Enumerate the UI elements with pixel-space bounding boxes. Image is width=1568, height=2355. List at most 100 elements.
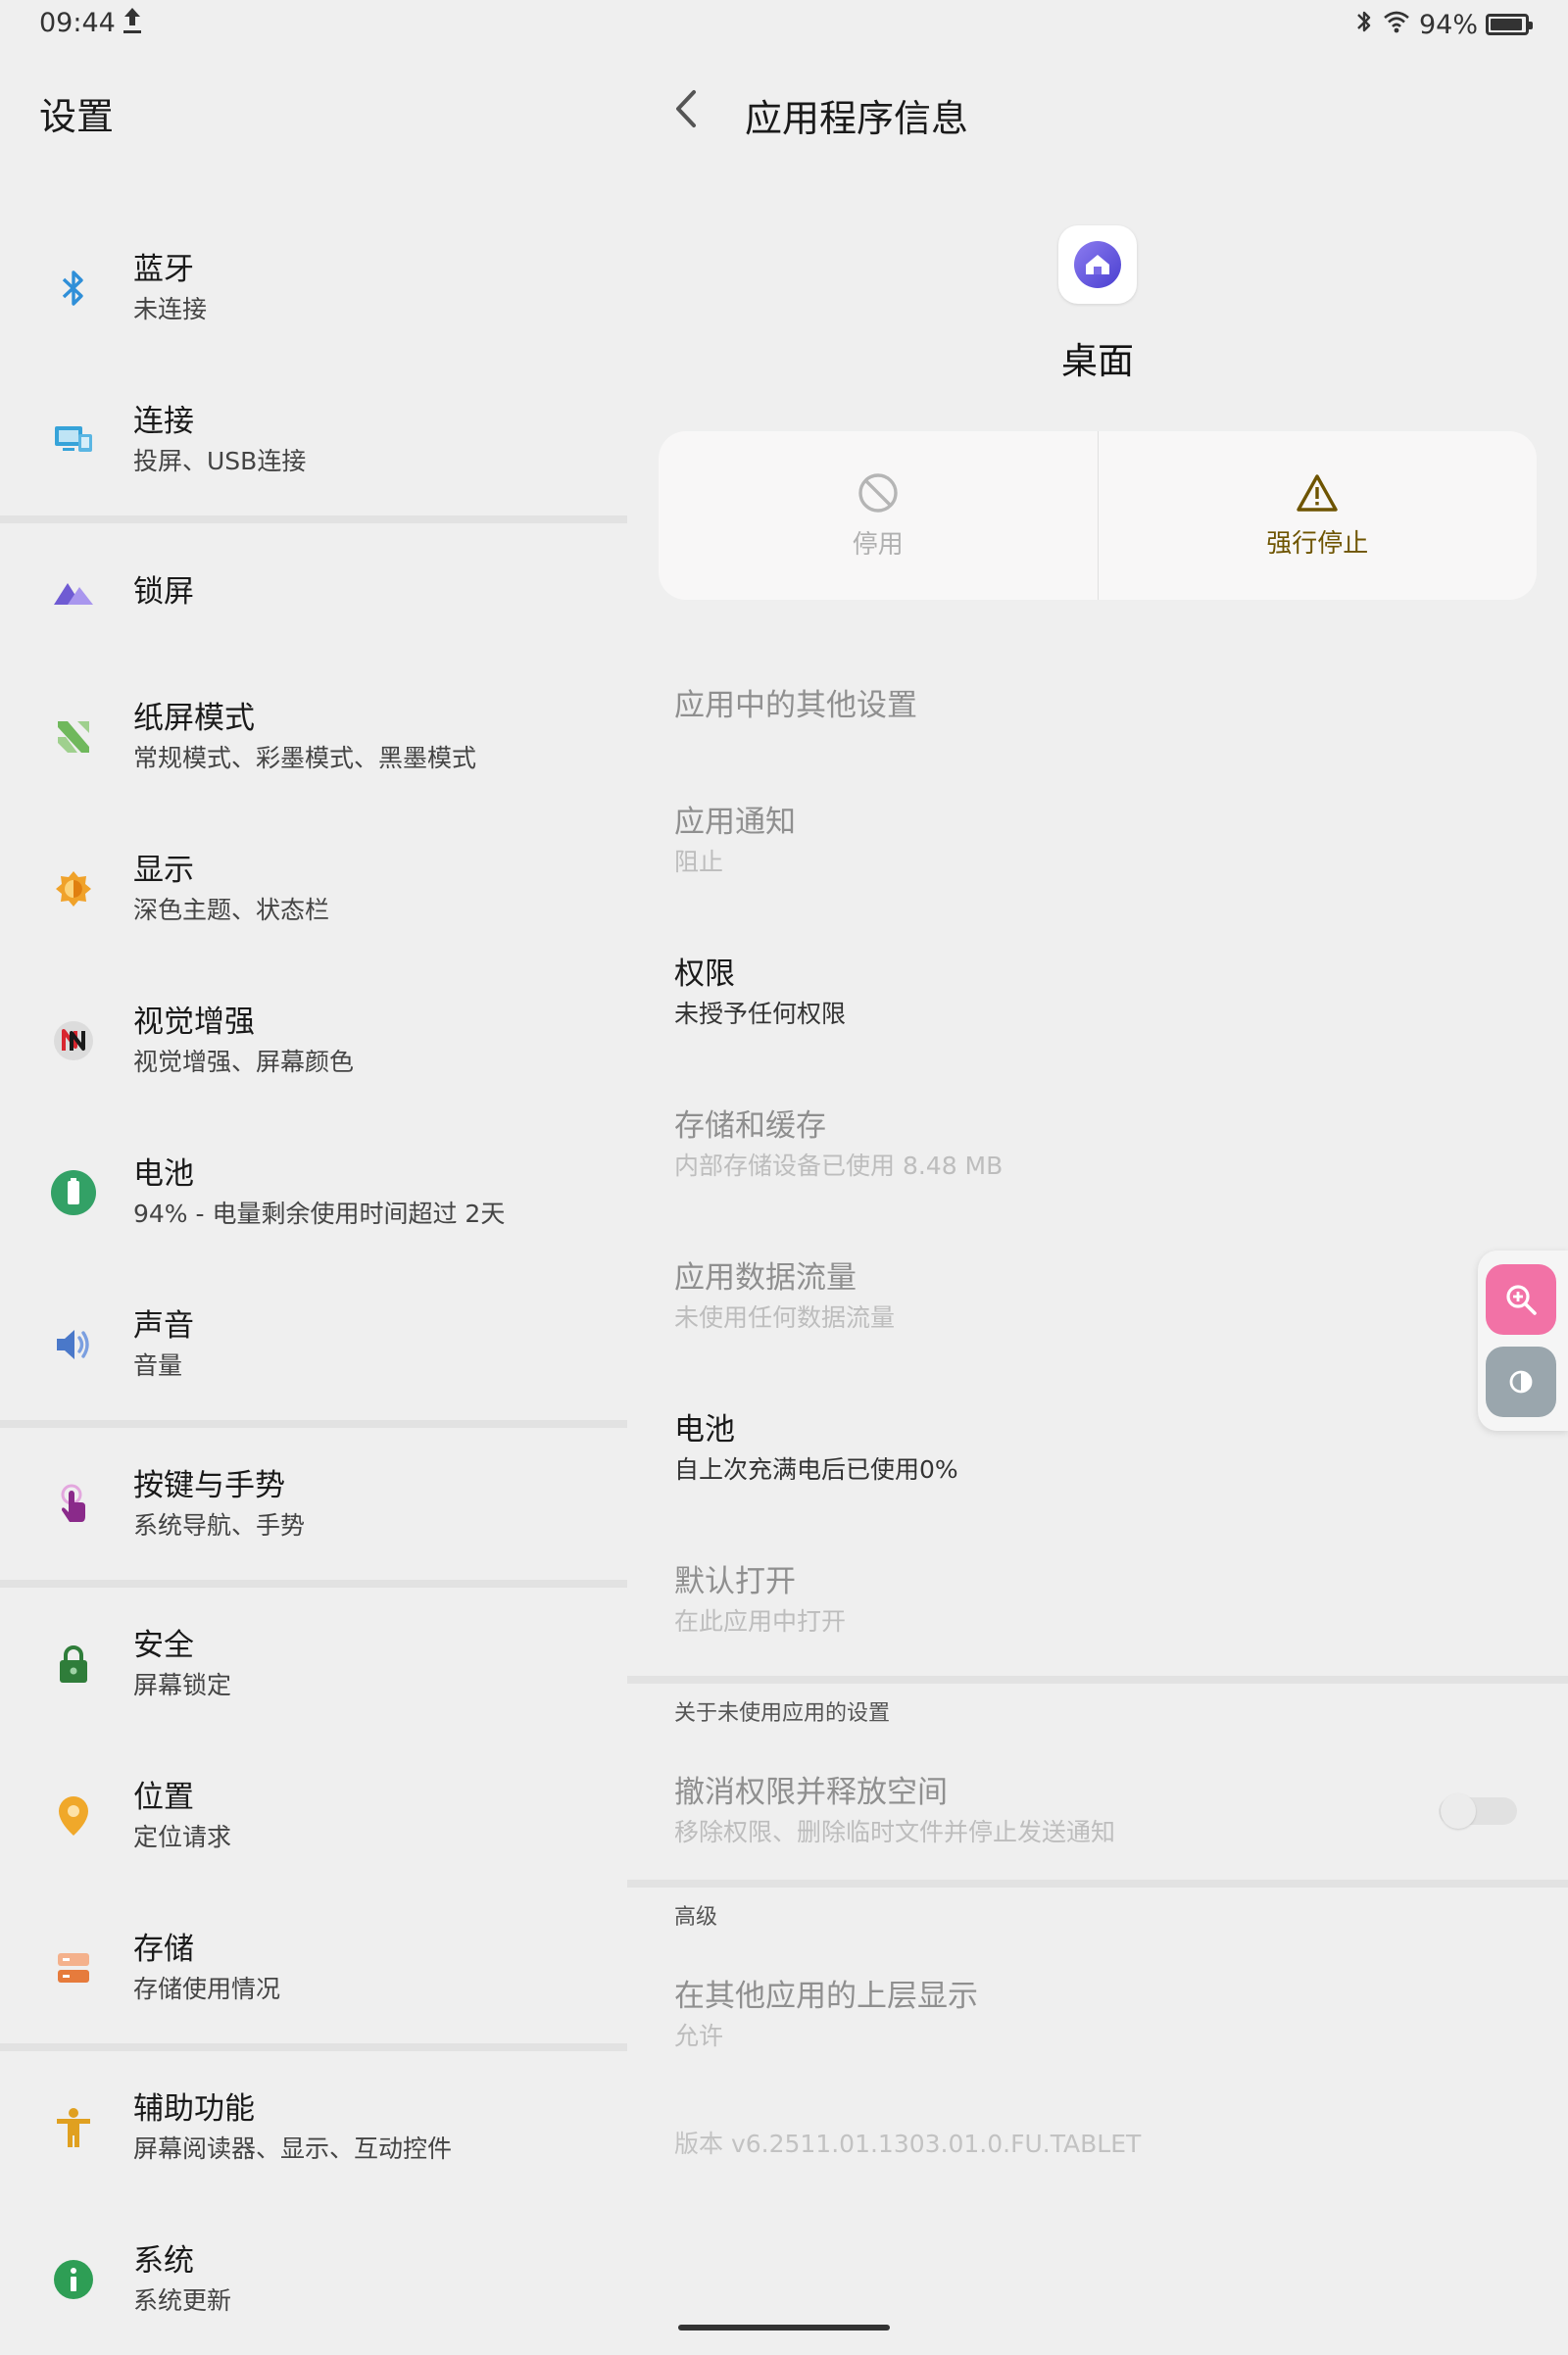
item-subtitle: 未授予任何权限	[674, 999, 847, 1028]
item-title: 存储和缓存	[674, 1107, 826, 1144]
force-stop-button[interactable]: 强行停止	[1097, 431, 1538, 600]
version-text: 版本 v6.2511.01.1303.01.0.FU.TABLET	[674, 2130, 1142, 2158]
disable-button[interactable]: 停用	[659, 431, 1098, 600]
magnifier-button[interactable]	[1486, 1264, 1556, 1335]
settings-item-subtitle: 存储使用情况	[133, 1974, 281, 2003]
app-data-usage-item[interactable]: 应用数据流量 未使用任何数据流量	[627, 1220, 1568, 1372]
storage-icon	[49, 1943, 98, 1992]
settings-item-connection[interactable]: 连接 投屏、USB连接	[0, 364, 627, 515]
item-title: 电池	[674, 1411, 735, 1447]
disable-label: 停用	[852, 529, 904, 560]
battery-status-icon	[1486, 14, 1533, 35]
floating-tools-panel	[1478, 1251, 1568, 1431]
settings-item-accessibility[interactable]: 辅助功能屏幕阅读器、显示、互动控件	[0, 2051, 627, 2203]
settings-item-system[interactable]: 系统 系统更新	[0, 2203, 627, 2355]
settings-item-subtitle: 屏幕阅读器、显示、互动控件	[133, 2134, 453, 2163]
settings-item-bluetooth[interactable]: 蓝牙 未连接	[0, 212, 627, 364]
settings-menu: 蓝牙未连接 连接 投屏、USB连接 锁屏 纸屏模式 常规模式、彩墨模式、黑墨模式	[0, 212, 627, 2355]
settings-item-paper-mode[interactable]: 纸屏模式 常规模式、彩墨模式、黑墨模式	[0, 661, 627, 812]
location-icon	[49, 1791, 98, 1840]
item-title: 应用数据流量	[674, 1259, 857, 1296]
app-actions-card: 停用 强行停止	[659, 431, 1537, 600]
item-subtitle: 移除权限、删除临时文件并停止发送通知	[674, 1818, 1116, 1846]
settings-item-subtitle: 系统导航、手势	[133, 1510, 306, 1540]
settings-item-security[interactable]: 安全 屏幕锁定	[0, 1588, 627, 1740]
contrast-button[interactable]	[1486, 1347, 1556, 1417]
settings-item-title: 锁屏	[133, 574, 194, 610]
settings-item-storage[interactable]: 存储 存储使用情况	[0, 1891, 627, 2043]
settings-item-battery[interactable]: 电池 94% - 电量剩余使用时间超过 2天	[0, 1116, 627, 1268]
settings-item-title: 视觉增强	[133, 1004, 255, 1040]
item-subtitle: 自上次充满电后已使用0%	[674, 1454, 958, 1484]
settings-item-title: 辅助功能	[133, 2090, 255, 2127]
settings-item-title: 按键与手势	[133, 1467, 285, 1503]
connection-icon	[49, 416, 98, 465]
settings-item-visual-enhance[interactable]: 视觉增强视觉增强、屏幕颜色	[0, 964, 627, 1116]
section-divider	[627, 1880, 1568, 1888]
app-info-pane: 应用程序信息 桌面 停用 强行停止 应用中的其他设置 应用通知 阻止 权限 未授予任…	[627, 47, 1568, 2352]
item-title: 撤消权限并释放空间	[674, 1775, 948, 1810]
settings-item-subtitle: 投屏、USB连接	[133, 446, 307, 475]
app-notifications-item[interactable]: 应用通知 阻止	[627, 764, 1568, 916]
gesture-nav-handle[interactable]	[678, 2325, 890, 2330]
open-by-default-item[interactable]: 默认打开 在此应用中打开	[627, 1524, 1568, 1676]
unused-apps-section-header: 关于未使用应用的设置	[627, 1684, 1568, 1742]
bluetooth-icon	[49, 264, 98, 313]
section-divider	[627, 1676, 1568, 1684]
settings-item-subtitle: 未连接	[133, 294, 208, 323]
settings-item-subtitle: 音量	[133, 1350, 183, 1380]
settings-item-title: 声音	[133, 1307, 194, 1344]
revoke-permissions-item[interactable]: 撤消权限并释放空间移除权限、删除临时文件并停止发送通知	[627, 1742, 1568, 1880]
section-divider	[0, 2043, 627, 2051]
settings-item-lockscreen[interactable]: 锁屏	[0, 523, 627, 661]
wifi-icon	[1382, 9, 1411, 41]
revoke-permissions-toggle[interactable]	[1439, 1793, 1517, 1829]
settings-item-subtitle: 定位请求	[133, 1822, 232, 1851]
battery-icon	[49, 1168, 98, 1217]
settings-item-title: 系统	[133, 2242, 194, 2279]
settings-item-sound[interactable]: 声音 音量	[0, 1268, 627, 1420]
item-subtitle: 阻止	[674, 847, 724, 876]
force-stop-label: 强行停止	[1266, 528, 1369, 559]
settings-pane: 设置 蓝牙 未连接 连接 投屏、USB连接 锁屏 纸屏模式 常规模式、彩墨模式、…	[0, 47, 627, 2352]
section-divider	[0, 1580, 627, 1588]
settings-item-title: 位置	[133, 1779, 194, 1815]
settings-item-display[interactable]: 显示深色主题、状态栏	[0, 812, 627, 964]
settings-item-subtitle: 深色主题、状态栏	[133, 895, 330, 924]
battery-percent: 94%	[1418, 9, 1478, 40]
advanced-section-header: 高级	[627, 1888, 1568, 1946]
permissions-item[interactable]: 权限 未授予任何权限	[627, 916, 1568, 1068]
sound-icon	[49, 1320, 98, 1369]
security-icon	[49, 1640, 98, 1689]
settings-item-title: 蓝牙	[133, 251, 194, 287]
section-header-label: 高级	[674, 1905, 718, 1930]
item-title: 应用通知	[674, 804, 796, 840]
display-over-apps-item[interactable]: 在其他应用的上层显示 允许	[627, 1946, 1568, 2084]
app-launcher-icon	[1058, 225, 1137, 304]
other-settings-item[interactable]: 应用中的其他设置	[627, 647, 1568, 764]
paper-mode-icon	[49, 712, 98, 761]
upload-icon	[122, 6, 143, 42]
settings-item-subtitle: 视觉增强、屏幕颜色	[133, 1047, 355, 1076]
page-title: 应用程序信息	[745, 97, 969, 140]
status-bar: 09:44 94%	[0, 0, 1568, 47]
storage-cache-item[interactable]: 存储和缓存 内部存储设备已使用 8.48 MB	[627, 1068, 1568, 1220]
section-divider	[0, 1420, 627, 1428]
settings-item-location[interactable]: 位置 定位请求	[0, 1740, 627, 1891]
settings-item-title: 电池	[133, 1155, 194, 1192]
display-icon	[49, 864, 98, 913]
settings-title: 设置	[39, 95, 115, 138]
gesture-icon	[49, 1480, 98, 1529]
status-time: 09:44	[39, 8, 116, 38]
system-info-icon	[49, 2255, 98, 2304]
settings-item-subtitle: 94% - 电量剩余使用时间超过 2天	[133, 1199, 506, 1228]
settings-item-subtitle: 系统更新	[133, 2285, 232, 2315]
settings-item-gestures[interactable]: 按键与手势系统导航、手势	[0, 1428, 627, 1580]
settings-item-title: 显示	[133, 852, 194, 888]
item-title: 默认打开	[674, 1563, 796, 1599]
back-button[interactable]	[666, 84, 706, 133]
section-divider	[0, 515, 627, 523]
app-battery-item[interactable]: 电池自上次充满电后已使用0%	[627, 1372, 1568, 1524]
settings-item-title: 纸屏模式	[133, 700, 255, 736]
disable-icon	[858, 472, 898, 513]
